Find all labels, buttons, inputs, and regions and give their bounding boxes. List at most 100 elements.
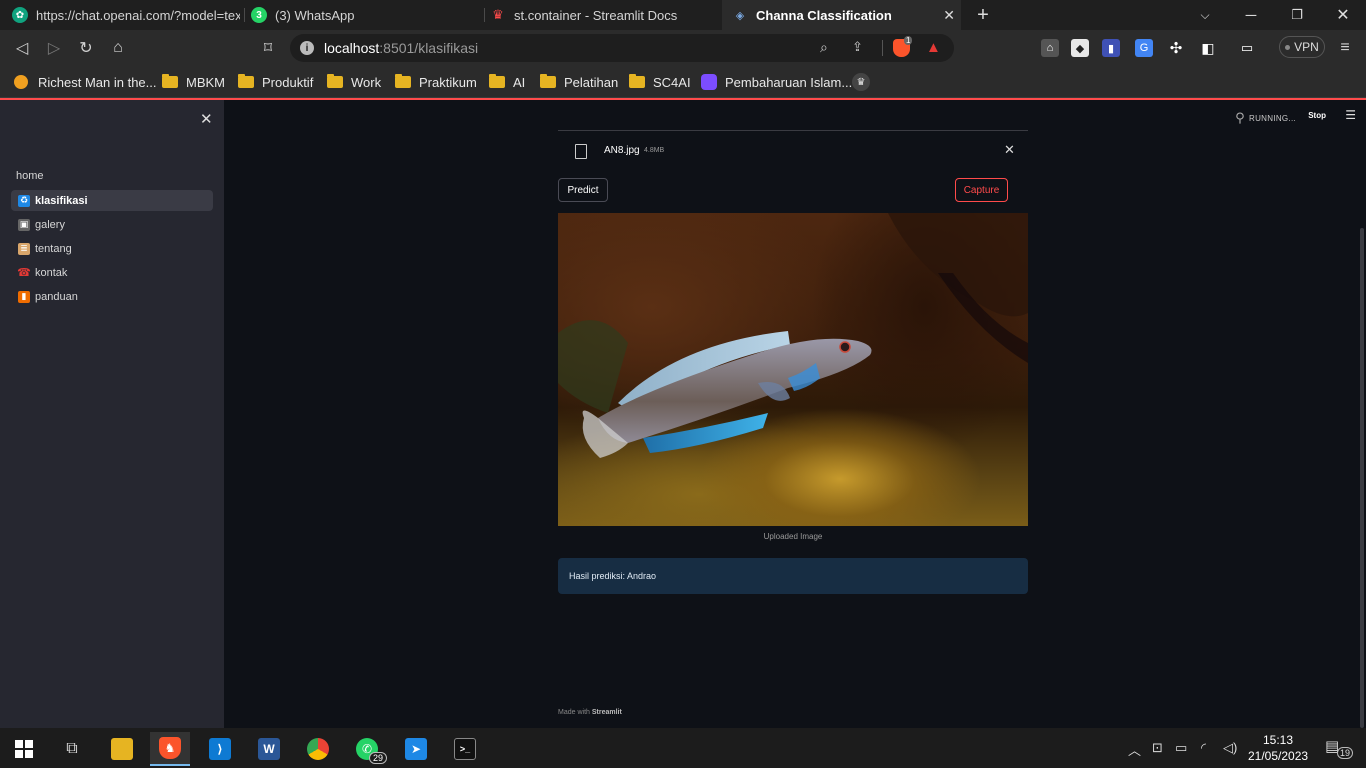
wifi-icon[interactable]: ◜ <box>1201 740 1206 756</box>
vpn-status-icon <box>1285 44 1291 50</box>
taskbar-word[interactable]: W <box>249 732 289 766</box>
uploader-divider <box>558 130 1028 131</box>
image-caption: Uploaded Image <box>763 532 823 541</box>
reload-icon[interactable]: ↻ <box>76 38 96 58</box>
sidebar-close-icon[interactable]: ✕ <box>200 110 213 128</box>
taskbar-vscode[interactable]: ⟩ <box>200 732 240 766</box>
battery-icon[interactable]: ▭ <box>1175 740 1187 756</box>
folder-icon <box>238 74 254 88</box>
close-tab-icon[interactable]: ✕ <box>943 7 955 24</box>
extension-icon[interactable]: ◆ <box>1071 39 1089 57</box>
bookmark-folder[interactable]: SC4AI <box>629 72 691 92</box>
bookmark-folder[interactable]: Pelatihan <box>540 72 618 92</box>
file-explorer-icon <box>111 738 133 760</box>
extension-off-icon[interactable]: ⌂ <box>1041 39 1059 57</box>
sidebar-item-kontak[interactable]: ☎ kontak <box>11 262 213 283</box>
bookmark-folder[interactable]: Praktikum <box>395 72 477 92</box>
fish-photo <box>558 213 1028 458</box>
tab-whatsapp[interactable]: 3 (3) WhatsApp <box>251 0 481 30</box>
taskbar-file-explorer[interactable] <box>102 732 142 766</box>
taskbar-terminal[interactable]: >_ <box>445 732 485 766</box>
predict-button[interactable]: Predict <box>558 178 608 202</box>
taskbar-remote[interactable]: ➤ <box>396 732 436 766</box>
folder-icon <box>629 74 645 88</box>
tab-search-chevron-icon[interactable]: ⌵ <box>1182 0 1228 30</box>
bookmark-item[interactable]: Richest Man in the... <box>14 72 157 92</box>
streamlit-link[interactable]: Streamlit <box>592 709 622 716</box>
folder-icon <box>327 74 343 88</box>
bookmark-folder[interactable]: Produktif <box>238 72 313 92</box>
bookmark-item[interactable]: Pembaharuan Islam... <box>701 72 852 92</box>
restore-icon[interactable]: ❐ <box>1274 0 1320 30</box>
tab-chatgpt[interactable]: ✿ https://chat.openai.com/?model=text- <box>12 0 240 30</box>
task-view-icon[interactable]: ⧉ <box>52 732 92 766</box>
vpn-label: VPN <box>1294 40 1319 54</box>
start-button[interactable] <box>4 732 44 766</box>
share-icon[interactable]: ⇪ <box>852 39 863 55</box>
new-tab-icon[interactable]: + <box>960 0 1006 30</box>
window-close-icon[interactable]: ✕ <box>1320 0 1366 30</box>
bookmark-folder[interactable]: AI <box>489 72 525 92</box>
sidebar-item-klasifikasi[interactable]: ♻ klasifikasi <box>11 190 213 211</box>
url-text: localhost:8501/klasifikasi <box>324 40 479 56</box>
back-icon[interactable]: ◁ <box>12 38 32 58</box>
recycle-icon: ♻ <box>18 194 30 207</box>
extensions-puzzle-icon[interactable]: ✣ <box>1167 39 1185 57</box>
home-icon[interactable]: ⌂ <box>108 38 128 58</box>
prediction-result: Hasil prediksi: Andrao <box>558 558 1028 594</box>
notification-count: 19 <box>1337 747 1354 759</box>
remote-icon: ➤ <box>405 738 427 760</box>
footer: Made with Streamlit <box>558 709 622 716</box>
taskbar-brave[interactable]: ♞ <box>150 732 190 766</box>
sidebar-item-panduan[interactable]: ▮ panduan <box>11 286 213 307</box>
app-menu-icon[interactable]: ☰ <box>1345 108 1356 122</box>
uploaded-file-size: 4.8MB <box>644 147 665 154</box>
meet-icon[interactable]: ⊡ <box>1152 740 1163 756</box>
app-icon <box>701 74 717 90</box>
folder-icon <box>540 74 556 88</box>
tab-streamlit-docs[interactable]: ♛ st.container - Streamlit Docs <box>490 0 718 30</box>
windows-taskbar: ⧉ ♞ ⟩ W ✆ 29 ➤ >_ ︿ ⊡ ▭ ◜ ◁) 15:13 21/05… <box>0 728 1366 768</box>
capture-button[interactable]: Capture <box>955 178 1008 202</box>
chrome-icon <box>307 738 329 760</box>
forward-icon[interactable]: ▷ <box>44 38 64 58</box>
scrollbar[interactable] <box>1360 228 1364 728</box>
menu-icon[interactable]: ≡ <box>1335 38 1355 58</box>
tab-title: (3) WhatsApp <box>275 7 355 23</box>
bookmark-folder[interactable]: Work <box>327 72 381 92</box>
tab-channa-classification[interactable]: ◈ Channa Classification ✕ <box>722 0 961 30</box>
taskbar-whatsapp[interactable]: ✆ 29 <box>347 732 387 766</box>
sidebar-home-link[interactable]: home <box>16 170 44 182</box>
camera-icon: ▣ <box>18 218 30 231</box>
site-info-icon[interactable]: i <box>300 41 314 55</box>
stop-button[interactable]: Stop <box>1308 111 1326 120</box>
brave-rewards-icon[interactable]: ▲ <box>926 39 941 56</box>
wallet-icon[interactable]: ▭ <box>1238 39 1256 57</box>
volume-icon[interactable]: ◁) <box>1223 740 1237 756</box>
clock[interactable]: 15:13 21/05/2023 <box>1248 732 1308 764</box>
shields-badge: 1 <box>904 36 913 45</box>
tray-chevron-icon[interactable]: ︿ <box>1128 740 1141 759</box>
windows-icon <box>15 740 33 758</box>
uploaded-image <box>558 213 1028 526</box>
google-translate-icon[interactable]: G <box>1135 39 1153 57</box>
sidebar-item-tentang[interactable]: ≣ tentang <box>11 238 213 259</box>
zoom-icon[interactable]: ⌕ <box>820 39 828 56</box>
remove-file-icon[interactable]: ✕ <box>1004 142 1015 158</box>
vpn-button[interactable]: VPN <box>1279 36 1325 58</box>
bookmark-folder[interactable]: MBKM <box>162 72 225 92</box>
folder-icon <box>395 74 411 88</box>
sidebar-toggle-icon[interactable]: ◧ <box>1199 39 1217 57</box>
whatsapp-badge: 29 <box>368 752 387 764</box>
bookmarks-bar: Richest Man in the... MBKM Produktif Wor… <box>0 66 1366 98</box>
bookmark-icon[interactable]: ⌑ <box>258 38 278 58</box>
minimize-icon[interactable]: ─ <box>1228 0 1274 30</box>
address-bar[interactable]: i localhost:8501/klasifikasi ⌕ ⇪ 1 ▲ <box>290 34 954 62</box>
sidebar-item-galery[interactable]: ▣ galery <box>11 214 213 235</box>
extension-book-icon[interactable]: ▮ <box>1102 39 1120 57</box>
app-sidebar: ✕ home ♻ klasifikasi ▣ galery ≣ tentang … <box>0 100 224 728</box>
tab-title: Channa Classification <box>756 7 892 23</box>
brave-icon: ♞ <box>159 737 181 759</box>
crown-icon[interactable]: ♛ <box>852 73 870 91</box>
taskbar-chrome[interactable] <box>298 732 338 766</box>
